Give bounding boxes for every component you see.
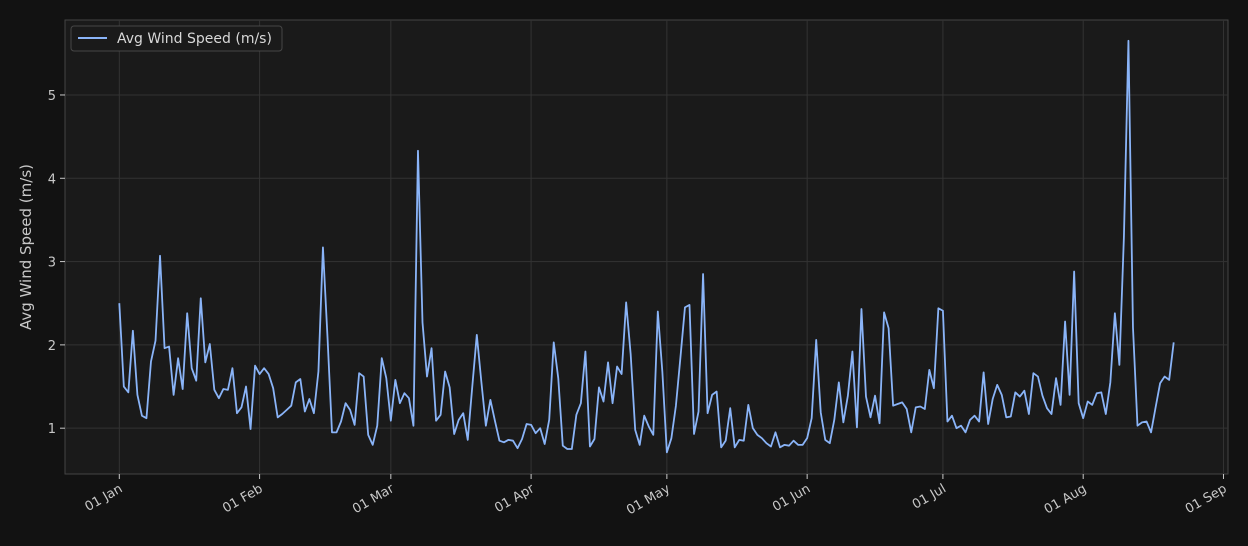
y-tick-label: 1 [48,422,56,437]
y-tick-label: 4 [48,172,56,187]
x-tick-label: 01 Feb [220,481,265,516]
x-tick-label: 01 May [624,481,673,518]
y-tick-label: 2 [48,339,56,354]
y-axis: 1 2 3 4 5 [48,89,65,437]
legend-label: Avg Wind Speed (m/s) [117,31,272,47]
legend: Avg Wind Speed (m/s) [70,25,283,52]
y-tick-label: 5 [48,89,56,104]
chart: 01 Jan 01 Feb 01 Mar 01 Apr 01 May 01 Jun 01 J… [17,19,1230,518]
x-tick-label: 01 Apr [492,481,537,516]
y-axis-label: Avg Wind Speed (m/s) [17,164,35,330]
x-tick-label: 01 Jun [770,481,813,514]
x-tick-label: 01 Mar [350,481,397,517]
x-tick-label: 01 Sep [1183,481,1230,517]
y-tick-label: 3 [48,256,56,271]
plot-area [64,19,1229,475]
x-tick-label: 01 Aug [1042,481,1089,517]
x-axis: 01 Jan 01 Feb 01 Mar 01 Apr 01 May 01 Jun 01 J… [83,474,1230,518]
x-tick-label: 01 Jul [910,481,949,512]
x-tick-label: 01 Jan [83,481,126,514]
